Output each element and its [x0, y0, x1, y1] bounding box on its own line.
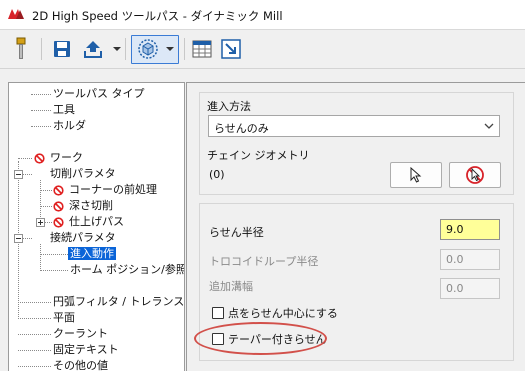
upload-icon [84, 41, 102, 58]
tapered-helix-checkbox[interactable] [212, 333, 224, 345]
tree-item-depth-cuts[interactable]: 深さ切削 [69, 198, 113, 214]
tree-item-finish-passes[interactable]: 仕上げパス [69, 214, 124, 230]
cursor-arrow-icon [410, 167, 422, 183]
point-center-checkbox[interactable] [212, 307, 224, 319]
tree-connector [23, 174, 32, 175]
tree-item-label: 仕上げパス [69, 215, 124, 228]
dropdown-arrow-icon[interactable] [166, 45, 174, 53]
tree-item-planes[interactable]: 平面 [53, 310, 75, 326]
clear-chain-icon [466, 166, 484, 184]
title-bar: 2D High Speed ツールパス - ダイナミック Mill [0, 0, 525, 30]
tree-item-label: 円弧フィルタ / トレランス [53, 295, 185, 308]
tree-connector [40, 244, 41, 271]
tree-item-canned-text[interactable]: 固定テキスト [53, 342, 119, 358]
save-button[interactable] [50, 36, 74, 62]
point-center-label[interactable]: 点をらせん中心にする [228, 305, 338, 321]
chain-count: (0) [209, 168, 225, 181]
expand-toggle[interactable] [36, 218, 45, 227]
entry-method-value: らせんのみ [214, 122, 269, 135]
chevron-down-icon [484, 123, 494, 129]
tree-item-label: ツールパス タイプ [53, 87, 145, 100]
tree-item-tool[interactable]: 工具 [53, 102, 75, 118]
save-icon [54, 41, 70, 57]
tree-connector [31, 126, 51, 127]
tree-item-label: 工具 [53, 103, 75, 116]
tree-item-stock[interactable]: ワーク [50, 150, 83, 166]
tree-item-label: 固定テキスト [53, 343, 119, 356]
tree-item-label: ホーム ポジション/参照点 [70, 263, 184, 276]
tapered-helix-label[interactable]: テーパー付きらせん [228, 331, 327, 347]
clear-chain-button[interactable] [449, 162, 501, 188]
tree-connector [31, 110, 51, 111]
tree-item-corner-rounding[interactable]: コーナーの前処理 [69, 182, 157, 198]
tree-item-toolpath-type[interactable]: ツールパス タイプ [53, 86, 145, 102]
collapse-toggle[interactable] [14, 234, 23, 243]
tree-item-label: コーナーの前処理 [69, 183, 157, 196]
window-title: 2D High Speed ツールパス - ダイナミック Mill [32, 9, 283, 23]
warning-prohibited-icon [53, 185, 64, 196]
tree-item-label: ホルダ [53, 119, 86, 132]
toolbar [0, 30, 525, 69]
upload-button[interactable] [81, 36, 105, 62]
dropdown-arrow-icon[interactable] [113, 45, 121, 53]
extra-width-label: 追加溝幅 [209, 280, 253, 293]
parameter-tree[interactable]: ツールパス タイプ 工具 ホルダ ワーク 切削パラメタ コーナーの前処理 深さ切… [8, 82, 185, 371]
tree-connector [31, 94, 51, 95]
tree-item-label: 深さ切削 [69, 199, 113, 212]
tree-item-label: 進入動作 [68, 247, 116, 260]
warning-prohibited-icon [53, 201, 64, 212]
extra-width-input[interactable]: 0.0 [440, 278, 500, 299]
tree-item-coolant[interactable]: クーラント [53, 326, 108, 342]
tree-connector [18, 302, 51, 303]
export-icon [221, 39, 241, 59]
toolbar-separator [125, 38, 126, 60]
tree-connector [18, 334, 51, 335]
helix-radius-input[interactable]: 9.0 [440, 219, 500, 240]
tree-item-label: 切削パラメタ [50, 167, 116, 180]
warning-prohibited-icon [53, 217, 64, 228]
warning-prohibited-icon [34, 153, 45, 164]
tree-item-label: その他の値 [53, 359, 108, 371]
table-button[interactable] [190, 36, 214, 62]
tree-item-entry-motion[interactable]: 進入動作 [68, 246, 116, 262]
trochoid-radius-label: トロコイドループ半径 [209, 255, 319, 268]
tree-item-holder[interactable]: ホルダ [53, 118, 86, 134]
tree-connector [18, 366, 51, 367]
tree-connector [18, 350, 51, 351]
view-cube-icon [138, 39, 158, 59]
tree-connector [23, 238, 32, 239]
tree-item-arc-filter[interactable]: 円弧フィルタ / トレランス [53, 294, 184, 310]
view-cube-button[interactable] [136, 36, 160, 62]
tree-item-linking-parameters[interactable]: 接続パラメタ [50, 230, 116, 246]
tree-item-label: 接続パラメタ [50, 231, 116, 244]
entry-method-select[interactable]: らせんのみ [208, 115, 500, 137]
toolbar-separator [184, 38, 185, 60]
trochoid-radius-input[interactable]: 0.0 [440, 249, 500, 270]
tree-connector [40, 254, 68, 255]
mastercam-logo-icon [8, 9, 24, 19]
select-chain-button[interactable] [390, 162, 442, 188]
tree-connector [40, 270, 68, 271]
tool-icon [16, 37, 26, 59]
chain-geometry-label: チェイン ジオメトリ [207, 149, 310, 162]
tree-connector [40, 190, 52, 191]
tree-item-label: クーラント [53, 327, 108, 340]
helix-radius-label: らせん半径 [209, 226, 264, 239]
collapse-toggle[interactable] [14, 170, 23, 179]
entry-method-label: 進入方法 [207, 100, 251, 113]
tree-item-misc-values[interactable]: その他の値 [53, 358, 108, 371]
tool-button[interactable] [9, 36, 33, 62]
export-button[interactable] [219, 36, 243, 62]
tree-item-label: 平面 [53, 311, 75, 324]
tree-connector [44, 222, 52, 223]
tree-item-home-position[interactable]: ホーム ポジション/参照点 [70, 262, 184, 278]
toolbar-separator [41, 38, 42, 60]
tree-connector [18, 318, 51, 319]
tree-connector [18, 158, 32, 159]
tree-item-label: ワーク [50, 151, 83, 164]
tree-item-cut-parameters[interactable]: 切削パラメタ [50, 166, 116, 182]
table-grid-icon [192, 40, 212, 58]
tree-connector [40, 206, 52, 207]
tree-connector [40, 180, 41, 223]
